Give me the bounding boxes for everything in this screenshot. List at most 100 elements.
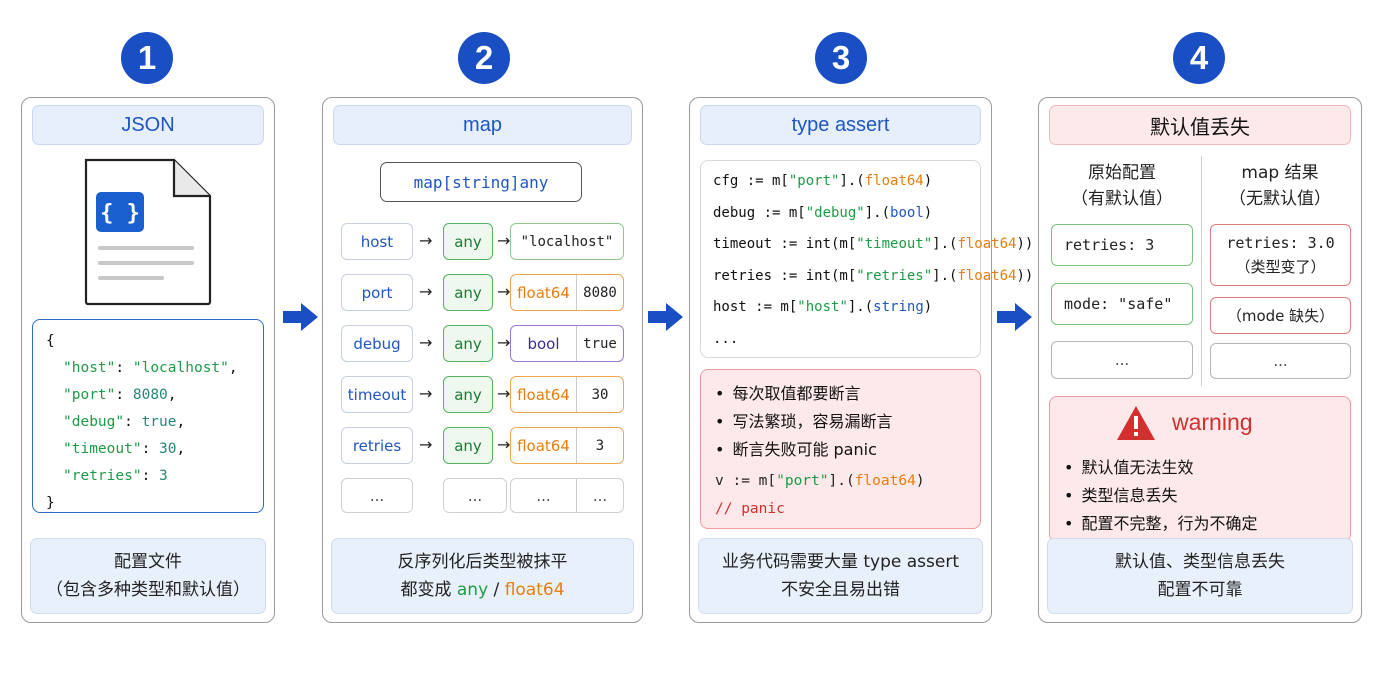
arrow-icon: → xyxy=(419,435,433,454)
bullet-text: 写法繁琐，容易漏断言 xyxy=(732,412,893,431)
json-line: "retries": 3 xyxy=(63,468,168,484)
warning-bullet: • 默认值无法生效 xyxy=(1064,454,1193,478)
warning-bullet: • 配置不完整，行为不确定 xyxy=(1064,510,1257,534)
json-value: 8080 xyxy=(132,387,168,403)
panel-footer: 默认值、类型信息丢失 配置不可靠 xyxy=(1047,538,1353,614)
bullet-dot: • xyxy=(1064,514,1074,533)
map-key-timeout: timeout xyxy=(341,376,413,413)
arrow-icon: → xyxy=(419,384,433,403)
panic-comment: // panic xyxy=(715,501,785,517)
original-retries: retries: 3 xyxy=(1051,224,1193,266)
json-value: 30 xyxy=(159,441,177,457)
footer-line-2: （包含多种类型和默认值） xyxy=(46,580,250,600)
panel-footer: 业务代码需要大量 type assert 不安全且易出错 xyxy=(698,538,983,614)
footer-sep: / xyxy=(488,580,505,600)
original-config-head: 原始配置 （有默认值） xyxy=(1071,163,1173,209)
panel-footer: 配置文件 （包含多种类型和默认值） xyxy=(30,538,266,614)
json-line: "host": "localhost", xyxy=(63,360,238,376)
json-key: "timeout" xyxy=(63,441,142,457)
json-line: "port": 8080, xyxy=(63,387,177,403)
map-type-label: map[string]any xyxy=(380,162,582,202)
code-c: ].( xyxy=(864,204,891,221)
map-raw-retries: 3 xyxy=(595,437,605,454)
code-e: ) xyxy=(923,173,933,189)
map-key-debug: debug xyxy=(341,325,413,362)
code-line: cfg := m["port"].(float64) xyxy=(713,173,932,189)
panel-default-loss: 默认值丢失 原始配置 （有默认值） map 结果 （无默认值） retries: 3… xyxy=(1038,97,1362,623)
map-key-host: host xyxy=(341,223,413,260)
code-line: debug := m["debug"].(bool) xyxy=(713,205,932,221)
arrow-icon: → xyxy=(419,231,433,250)
panel-map: map map[string]any host → any → "localhost" p… xyxy=(322,97,643,623)
code-e: ) xyxy=(923,299,933,315)
map-type-port: float64 xyxy=(511,275,577,310)
map-type-text: map[string]any xyxy=(413,172,549,192)
warning-icon xyxy=(1117,406,1155,440)
panel-title: JSON xyxy=(32,105,264,145)
result-mode-missing: （mode 缺失） xyxy=(1210,297,1351,334)
json-value: 3 xyxy=(159,468,168,484)
code-a: retries := int(m[ xyxy=(713,267,857,284)
code-a: debug := m[ xyxy=(713,204,806,221)
map-raw-more: ... xyxy=(592,486,608,505)
panel-title-text: 默认值丢失 xyxy=(1150,116,1250,139)
code-e: ) xyxy=(923,204,933,221)
code-c: ].( xyxy=(839,173,865,189)
problem-bullet: • 断言失败可能 panic xyxy=(715,436,877,460)
json-code-block: { "host": "localhost", "port": 8080, "debu… xyxy=(32,319,264,513)
warning-bullet: • 类型信息丢失 xyxy=(1064,482,1177,506)
arrow-icon: → xyxy=(419,282,433,301)
result-retries: retries: 3.0 （类型变了） xyxy=(1210,224,1351,286)
footer-line-2: 不安全且易出错 xyxy=(781,580,900,600)
map-any-retries: any xyxy=(443,427,493,464)
right-arrow-icon xyxy=(997,303,1032,331)
code-key: "port" xyxy=(788,173,840,189)
json-value: true xyxy=(141,414,177,430)
json-line: "timeout": 30, xyxy=(63,441,186,457)
map-value-host: "localhost" xyxy=(510,223,624,260)
footer-line-1: 配置文件 xyxy=(114,552,182,572)
code-key: "host" xyxy=(797,299,848,315)
arrow-icon: → xyxy=(497,231,511,250)
json-brace-open: { xyxy=(46,333,55,349)
footer-line-1: 业务代码需要大量 type assert xyxy=(721,552,960,572)
bullet-text: 断言失败可能 panic xyxy=(732,440,877,459)
panic-code: v := m["port"].(float64) xyxy=(715,473,925,489)
warning-box: warning • 默认值无法生效 • 类型信息丢失 • 配置不完整，行为不确定 xyxy=(1049,396,1351,542)
map-any-host: any xyxy=(443,223,493,260)
map-raw-timeout: 30 xyxy=(591,386,609,403)
original-more: ... xyxy=(1051,341,1193,379)
footer-text: 都变成 xyxy=(400,580,457,600)
code-c: ].( xyxy=(847,299,874,315)
json-line: "debug": true, xyxy=(63,414,186,430)
json-value: "localhost" xyxy=(132,360,229,376)
map-raw-port: 8080 xyxy=(583,284,617,301)
panel-footer: 反序列化后类型被抹平 都变成 any / float64 xyxy=(331,538,634,614)
svg-text:{ }: { } xyxy=(100,201,140,226)
code-a: timeout := int(m[ xyxy=(713,236,857,252)
bullet-dot: • xyxy=(1064,486,1074,505)
footer-line-2: 配置不可靠 xyxy=(1157,580,1243,600)
json-brace-close: } xyxy=(46,495,55,511)
bullet-dot: • xyxy=(1064,458,1074,477)
code-key: "timeout" xyxy=(856,236,933,252)
right-arrow-icon xyxy=(648,303,683,331)
panel-title: 默认值丢失 xyxy=(1049,105,1351,145)
code-e: )) xyxy=(1016,267,1034,284)
panel-json: JSON { } { "host": "localhost", "port": 8… xyxy=(21,97,275,623)
map-any-timeout: any xyxy=(443,376,493,413)
arrow-icon: → xyxy=(497,333,511,352)
code-c: ].( xyxy=(932,236,958,252)
map-typed-value-debug: bool true xyxy=(510,325,624,362)
map-any-port: any xyxy=(443,274,493,311)
footer-line-1: 默认值、类型信息丢失 xyxy=(1115,552,1285,572)
bullet-dot: • xyxy=(715,440,725,459)
code-a: host := m[ xyxy=(713,299,798,315)
footer-any: any xyxy=(456,580,489,600)
json-file-icon: { } xyxy=(84,158,212,306)
step-4-badge: 4 xyxy=(1173,32,1225,84)
arrow-icon: → xyxy=(497,435,511,454)
map-key-retries: retries xyxy=(341,427,413,464)
bullet-dot: • xyxy=(715,412,725,431)
code-line: timeout := int(m["timeout"].(float64)) xyxy=(713,236,1033,252)
